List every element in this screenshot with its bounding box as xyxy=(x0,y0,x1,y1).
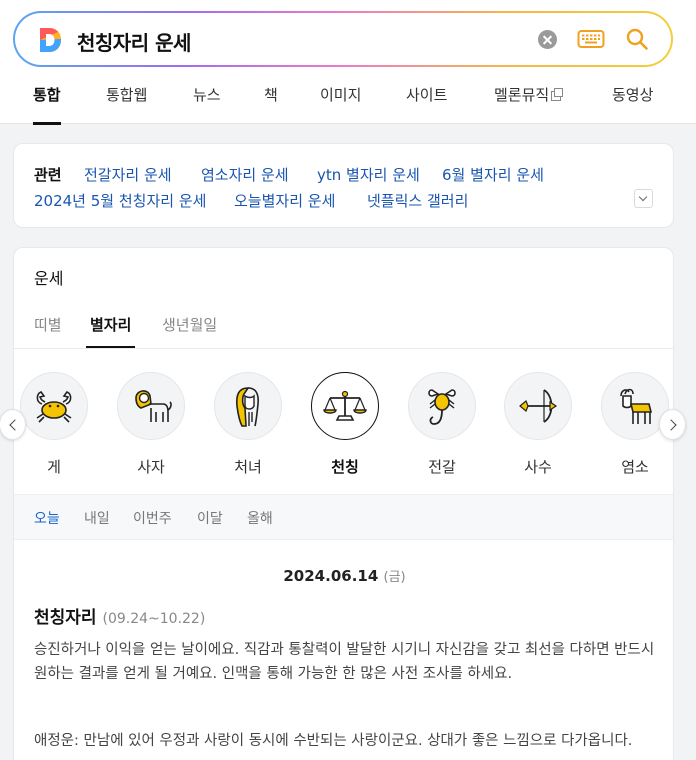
maiden-icon xyxy=(235,387,259,427)
zodiac-sagittarius[interactable]: 사수 xyxy=(503,372,573,477)
love-fortune-text: 애정운: 만남에 있어 우정과 사랑이 동시에 수반되는 사랑이군요. 상대가 … xyxy=(34,733,633,749)
divider xyxy=(14,348,673,349)
fortune-text: 승진하거나 이익을 얻는 날이에요. 직감과 통찰력이 발달한 시기니 자신감을… xyxy=(34,642,655,682)
fortune-card: 운세 띠별 별자리 생년월일 게 사자 처녀 천칭 전갈 사수 염소 오늘 내일… xyxy=(13,247,674,760)
period-today[interactable]: 오늘 xyxy=(34,508,60,528)
tab-videos[interactable]: 동영상 xyxy=(612,84,653,124)
period-tabs: 오늘 내일 이번주 이달 올해 xyxy=(14,494,673,540)
zodiac-virgo[interactable]: 처녀 xyxy=(213,372,283,477)
expand-related-chevron-icon[interactable] xyxy=(634,189,653,208)
tab-melon-music[interactable]: 멜론뮤직 xyxy=(494,84,564,124)
zodiac-libra[interactable]: 천칭 xyxy=(310,372,380,477)
carousel-prev-chevron-icon[interactable] xyxy=(0,409,26,440)
related-link[interactable]: 넷플릭스 갤러리 xyxy=(367,190,468,211)
tab-birthdate[interactable]: 생년월일 xyxy=(162,314,217,348)
tab-constellation[interactable]: 별자리 xyxy=(85,314,136,348)
zodiac-label: 처녀 xyxy=(234,458,262,476)
daum-logo-icon[interactable] xyxy=(37,26,63,54)
search-box[interactable]: 천칭자리 운세 xyxy=(13,11,673,67)
date-value: 2024.06.14 xyxy=(283,567,379,585)
period-this-week[interactable]: 이번주 xyxy=(133,508,172,528)
lion-icon xyxy=(135,390,172,422)
related-link[interactable]: 염소자리 운세 xyxy=(201,164,289,185)
tab-integrated[interactable]: 통합 xyxy=(33,84,61,125)
zodiac-leo[interactable]: 사자 xyxy=(116,372,186,477)
crab-icon xyxy=(36,391,72,423)
sign-heading: 천칭자리 (09.24~10.22) xyxy=(34,603,205,628)
search-header: 천칭자리 운세 통합 통합웹 뉴스 책 이미지 사이트 멜론뮤직 동영상 xyxy=(0,0,696,125)
zodiac-label: 염소 xyxy=(621,458,649,476)
tab-images[interactable]: 이미지 xyxy=(320,84,361,124)
search-input[interactable]: 천칭자리 운세 xyxy=(77,27,191,56)
zodiac-label: 전갈 xyxy=(428,458,456,476)
tab-integrated-web[interactable]: 통합웹 xyxy=(106,84,147,124)
fortune-date: 2024.06.14 (금) xyxy=(14,566,673,585)
zodiac-libra-circle xyxy=(311,372,379,440)
keyboard-icon[interactable] xyxy=(577,29,605,49)
search-icon[interactable] xyxy=(625,27,649,51)
tab-news[interactable]: 뉴스 xyxy=(193,84,221,124)
related-link[interactable]: 오늘별자리 운세 xyxy=(234,190,335,211)
zodiac-capricorn-circle xyxy=(601,372,669,440)
related-link[interactable]: ytn 별자리 운세 xyxy=(317,164,420,185)
related-searches-card: 관련 전갈자리 운세 염소자리 운세 ytn 별자리 운세 6월 별자리 운세 … xyxy=(13,143,674,228)
zodiac-sagittarius-circle xyxy=(504,372,572,440)
zodiac-scorpio[interactable]: 전갈 xyxy=(407,372,477,477)
tab-chinese-zodiac[interactable]: 띠별 xyxy=(34,314,62,348)
clear-search-icon[interactable] xyxy=(538,30,557,49)
period-this-year[interactable]: 올해 xyxy=(247,508,273,528)
related-title: 관련 xyxy=(34,166,62,184)
scales-icon xyxy=(323,390,367,421)
carousel-next-chevron-icon[interactable] xyxy=(659,409,686,440)
zodiac-label: 게 xyxy=(47,458,61,476)
tab-melon-music-label: 멜론뮤직 xyxy=(494,86,550,104)
search-tabs: 통합 통합웹 뉴스 책 이미지 사이트 멜론뮤직 동영상 xyxy=(0,84,696,125)
tab-sites[interactable]: 사이트 xyxy=(406,84,447,124)
fortune-title: 운세 xyxy=(34,269,64,288)
zodiac-label: 천칭 xyxy=(331,458,359,476)
related-link[interactable]: 6월 별자리 운세 xyxy=(442,164,544,185)
related-link[interactable]: 2024년 5월 천칭자리 운세 xyxy=(34,190,206,211)
period-tomorrow[interactable]: 내일 xyxy=(84,508,110,528)
scorpion-icon xyxy=(428,389,456,425)
related-link[interactable]: 전갈자리 운세 xyxy=(84,164,172,185)
zodiac-label: 사수 xyxy=(524,458,552,476)
zodiac-cancer-circle xyxy=(20,372,88,440)
external-link-icon xyxy=(551,88,564,101)
zodiac-leo-circle xyxy=(117,372,185,440)
sign-date-range: (09.24~10.22) xyxy=(102,611,206,627)
zodiac-label: 사자 xyxy=(137,458,165,476)
day-of-week: (금) xyxy=(383,570,406,585)
bow-arrow-icon xyxy=(519,389,558,423)
sign-name: 천칭자리 xyxy=(34,608,97,628)
zodiac-cancer[interactable]: 게 xyxy=(19,372,89,477)
zodiac-virgo-circle xyxy=(214,372,282,440)
goat-icon xyxy=(620,388,653,424)
tab-books[interactable]: 책 xyxy=(264,84,278,124)
zodiac-scorpio-circle xyxy=(408,372,476,440)
period-this-month[interactable]: 이달 xyxy=(197,508,223,528)
